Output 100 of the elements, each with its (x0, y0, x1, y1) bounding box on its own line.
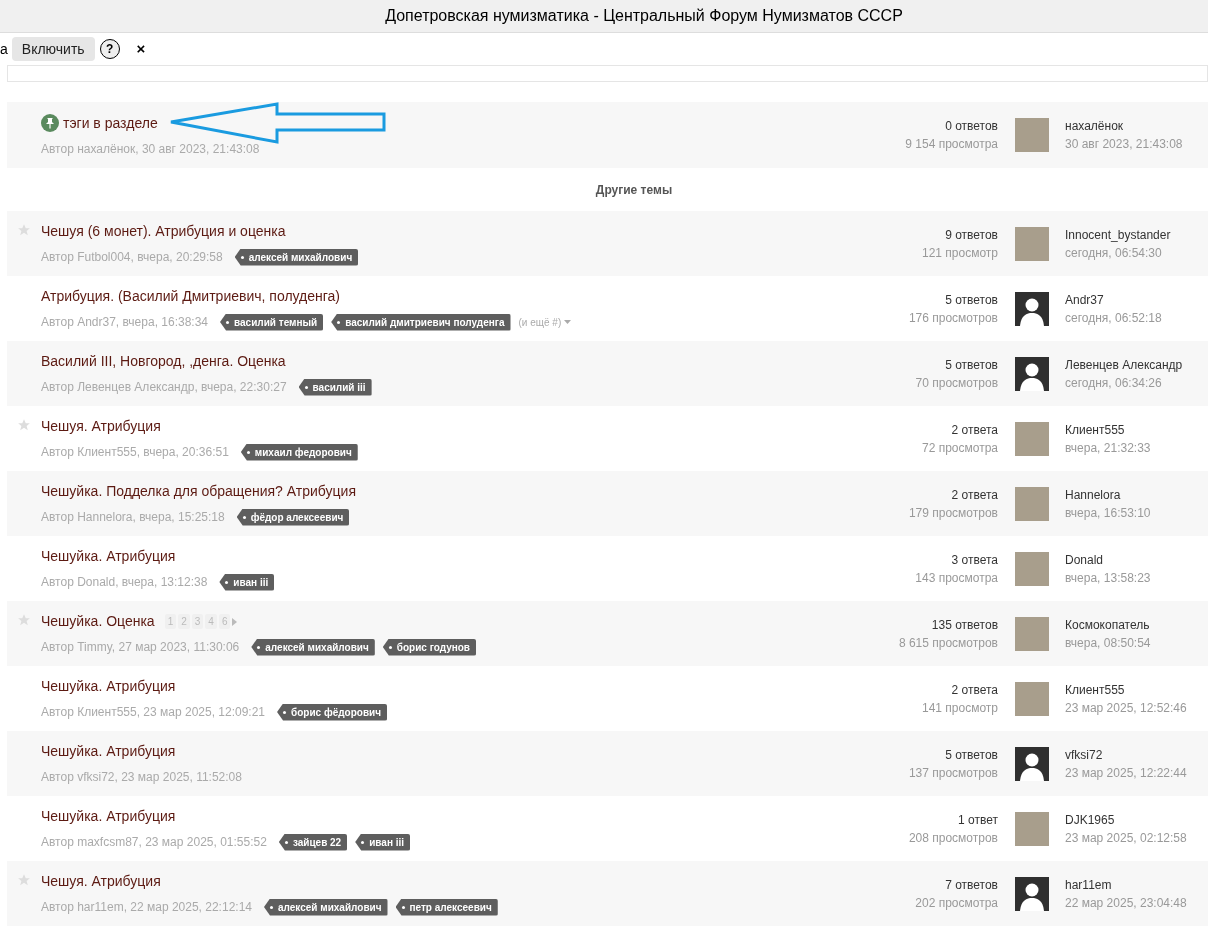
section-heading: Другие темы (594, 181, 673, 199)
last-post-time: вчера, 08:50:54 (1065, 634, 1152, 652)
star-icon[interactable] (17, 613, 31, 627)
last-poster-link[interactable]: Hannelora (1065, 485, 1208, 504)
reply-count: 7 ответов (945, 876, 998, 894)
tag[interactable]: борис фёдорович (277, 703, 387, 721)
topic-author-line: Автор нахалёнок, 30 авг 2023, 21:43:08 (41, 140, 261, 158)
last-poster-link[interactable]: Космокопатель (1065, 615, 1208, 634)
last-poster-link[interactable]: нахалёнок (1065, 117, 1208, 135)
tag[interactable]: василий дмитриевич полуденга (331, 313, 511, 331)
topic-title-link[interactable]: Атрибуция. (Василий Дмитриевич, полуденга) (41, 286, 341, 307)
view-count: 143 просмотра (915, 569, 998, 587)
avatar-silhouette (1015, 746, 1049, 781)
photo-placeholder (1015, 226, 1049, 261)
last-poster-link[interactable]: vfksi72 (1065, 745, 1208, 764)
photo-placeholder (1015, 118, 1049, 152)
view-count: 121 просмотр (921, 244, 998, 262)
last-post-time: 23 мар 2025, 12:52:46 (1065, 699, 1188, 717)
reply-count: 2 ответа (951, 486, 998, 504)
last-post-time: 30 авг 2023, 21:43:08 (1065, 136, 1184, 153)
tag[interactable]: алексей михайлович (234, 248, 359, 266)
last-post-time: вчера, 21:32:33 (1065, 439, 1152, 457)
reply-count: 135 ответов (931, 616, 998, 634)
reply-count: 2 ответа (951, 421, 998, 439)
last-poster-link[interactable]: Клиент555 (1065, 680, 1208, 699)
view-count: 8 615 просмотров (898, 634, 998, 652)
topic-author-line: Автор Левенцев Александр, вчера, 22:30:27 (41, 379, 287, 396)
enable-button[interactable]: Включить (11, 37, 95, 61)
last-poster-link[interactable]: DJK1965 (1065, 810, 1208, 829)
reply-count: 3 ответа (951, 551, 998, 569)
last-poster-link[interactable]: Donald (1065, 550, 1208, 569)
tag[interactable]: василий iii (298, 378, 372, 396)
tag[interactable]: алексей михайлович (251, 638, 375, 656)
tag[interactable]: иван iii (355, 833, 411, 851)
last-post-time: 23 мар 2025, 12:22:44 (1065, 764, 1188, 782)
photo-placeholder (1015, 811, 1049, 846)
topic-author-line: Автор Клиент555, вчера, 20:36:51 (41, 444, 229, 461)
topic-author-line: Автор maxfcsm87, 23 мар 2025, 01:55:52 (41, 834, 267, 851)
reply-count: 1 ответ (958, 811, 998, 829)
star-icon[interactable] (17, 873, 31, 887)
topic-title-link[interactable]: тэги в разделе (63, 112, 158, 134)
photo-placeholder (1015, 616, 1049, 651)
topic-author-line: Автор Клиент555, 23 мар 2025, 12:09:21 (41, 704, 266, 721)
topic-title-link[interactable]: Чешуйка. Атрибуция (41, 806, 176, 827)
topic-title-link[interactable]: Чешуя (6 монет). Атрибуция и оценка (41, 221, 286, 242)
close-button[interactable]: × (136, 37, 146, 61)
last-poster-link[interactable]: Innocent_bystander (1065, 225, 1208, 244)
topic-title-link[interactable]: Чешуйка. Атрибуция (41, 546, 176, 567)
tag[interactable]: борис годунов (382, 638, 476, 656)
last-post-time: сегодня, 06:34:26 (1065, 374, 1163, 392)
last-poster-link[interactable]: Клиент555 (1065, 420, 1208, 439)
last-poster-link[interactable]: Andr37 (1065, 290, 1208, 309)
view-count: 141 просмотр (921, 699, 998, 717)
tag[interactable]: иван iii (219, 573, 275, 591)
last-post-time: вчера, 16:53:10 (1065, 504, 1152, 522)
topic-author-line: Автор Andr37, вчера, 16:38:34 (41, 314, 208, 331)
view-count: 9 154 просмотра (905, 136, 998, 153)
last-poster-link[interactable]: har11em (1065, 875, 1208, 894)
star-icon[interactable] (17, 418, 31, 432)
last-post-time: 23 мар 2025, 02:12:58 (1065, 829, 1188, 847)
last-post-time: сегодня, 06:52:18 (1065, 309, 1163, 327)
help-button[interactable]: ? (99, 39, 120, 59)
tag[interactable]: михаил федорович (240, 443, 358, 461)
avatar-silhouette (1015, 291, 1049, 326)
last-post-time: 22 мар 2025, 23:04:48 (1065, 894, 1188, 912)
pin-icon (41, 114, 59, 132)
view-count: 179 просмотров (908, 504, 998, 522)
topic-title-link[interactable]: Чешуя. Атрибуция (41, 416, 161, 437)
topic-title-link[interactable]: Чешуя. Атрибуция (41, 871, 161, 892)
topic-author-line: Автор Donald, вчера, 13:12:38 (41, 574, 208, 591)
topic-title-link[interactable]: Чешуйка. Атрибуция (41, 741, 176, 762)
avatar-silhouette (1015, 876, 1049, 911)
topic-author-line: Автор Futbol004, вчера, 20:29:58 (41, 249, 223, 266)
topic-title-link[interactable]: Чешуйка. Подделка для обращения? Атрибуция (41, 481, 356, 502)
topic-author-line: Автор Hannelora, вчера, 15:25:18 (41, 509, 225, 526)
tag[interactable]: василий темный (220, 313, 324, 331)
tag[interactable]: петр алексеевич (395, 898, 498, 916)
topic-author-line: Автор har11em, 22 мар 2025, 22:12:14 (41, 899, 252, 916)
toolbar-text: а (0, 39, 8, 59)
view-count: 137 просмотров (908, 764, 998, 782)
reply-count: 5 ответов (945, 746, 998, 764)
tag[interactable]: зайцев 22 (278, 833, 348, 851)
caret-icon[interactable] (564, 320, 572, 324)
view-count: 176 просмотров (908, 309, 998, 327)
topic-author-line: Автор vfksi72, 23 мар 2025, 11:52:08 (41, 769, 242, 786)
tag[interactable]: фёдор алексеевич (236, 508, 350, 526)
tag[interactable]: алексей михайлович (264, 898, 388, 916)
last-poster-link[interactable]: Левенцев Александр (1065, 355, 1208, 374)
topic-author-line: Автор Timmy, 27 мар 2023, 11:30:06 (41, 639, 240, 656)
topic-title-link[interactable]: Василий III, Новгород, ,денга. Оценка (41, 351, 286, 372)
window-title: Допетровская нумизматика - Центральный Форум Нумизматов СССР (384, 6, 903, 26)
photo-placeholder (1015, 421, 1049, 456)
reply-count: 2 ответа (951, 681, 998, 699)
star-icon[interactable] (17, 223, 31, 237)
topic-title-link[interactable]: Чешуйка. Оценка (41, 611, 155, 632)
topic-title-link[interactable]: Чешуйка. Атрибуция (41, 676, 176, 697)
reply-count: 5 ответов (945, 356, 998, 374)
view-count: 202 просмотра (915, 894, 998, 912)
view-count: 72 просмотра (921, 439, 998, 457)
view-count: 208 просмотров (908, 829, 998, 847)
